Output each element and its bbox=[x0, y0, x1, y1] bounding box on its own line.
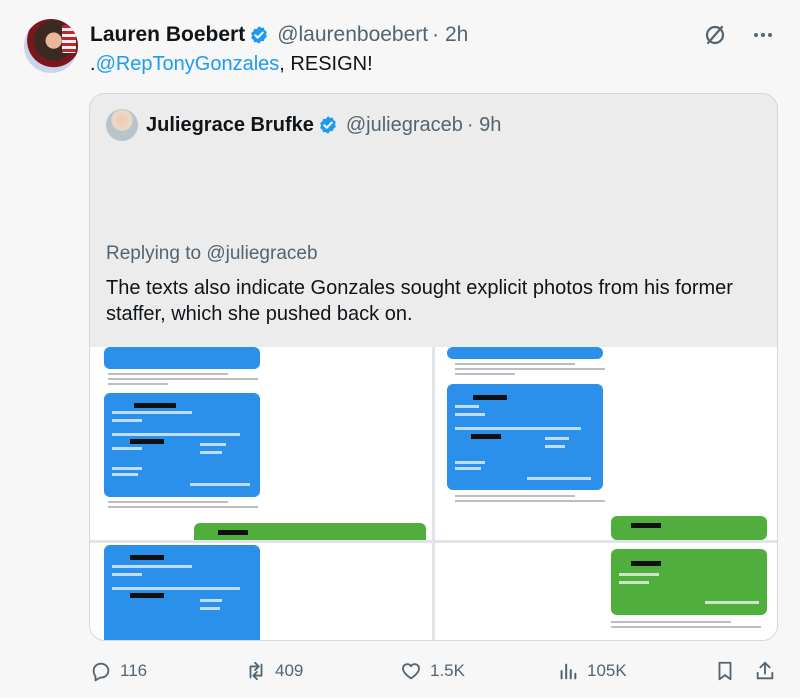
text-message-screenshot-1[interactable] bbox=[90, 347, 432, 540]
tweet-action-bar: 116 409 1.5K 105K bbox=[0, 654, 800, 688]
bookmark-button[interactable] bbox=[714, 654, 736, 688]
like-button[interactable]: 1.5K bbox=[400, 654, 465, 688]
share-button[interactable] bbox=[754, 654, 776, 688]
like-icon bbox=[402, 663, 420, 680]
like-count: 1.5K bbox=[430, 661, 465, 680]
tweet-top-actions bbox=[702, 22, 776, 48]
share-icon bbox=[756, 661, 774, 680]
quoted-tweet[interactable]: Juliegrace Brufke @juliegraceb · 9h Repl… bbox=[89, 93, 778, 641]
quoted-author-handle: @juliegraceb bbox=[345, 113, 463, 136]
replying-to-label: Replying to bbox=[106, 243, 202, 264]
replying-to-handle[interactable]: @juliegraceb bbox=[206, 243, 317, 264]
quoted-tweet-text: The texts also indicate Gonzales sought … bbox=[106, 277, 733, 325]
repost-icon bbox=[249, 661, 263, 681]
bookmark-icon bbox=[718, 661, 732, 681]
media-grid[interactable] bbox=[90, 347, 777, 640]
views-button[interactable]: 105K bbox=[557, 654, 627, 688]
text-message-screenshot-2[interactable] bbox=[435, 347, 777, 540]
tweet-time[interactable]: · 2h bbox=[432, 23, 468, 47]
tweet-text: .@RepTonyGonzales, RESIGN! bbox=[90, 52, 373, 76]
more-dots-icon[interactable] bbox=[750, 22, 776, 48]
text-message-screenshot-4[interactable] bbox=[435, 543, 777, 640]
text-message-screenshot-3[interactable] bbox=[90, 543, 432, 640]
verified-badge-icon bbox=[320, 116, 336, 134]
grok-slash-icon[interactable] bbox=[702, 22, 728, 48]
author-avatar[interactable] bbox=[24, 19, 78, 73]
author-handle[interactable]: @laurenboebert bbox=[277, 23, 428, 47]
tweet-mention-link[interactable]: @RepTonyGonzales bbox=[96, 53, 280, 75]
views-count: 105K bbox=[587, 661, 627, 680]
repost-button[interactable]: 409 bbox=[245, 654, 303, 688]
replying-to: Replying to @juliegraceb bbox=[106, 243, 318, 265]
verified-badge-icon bbox=[251, 26, 268, 44]
quoted-author-avatar bbox=[106, 109, 138, 141]
tweet-header: Lauren Boebert @laurenboebert · 2h bbox=[90, 22, 468, 48]
reply-button[interactable]: 116 bbox=[90, 654, 147, 688]
quoted-tweet-header: Juliegrace Brufke @juliegraceb · 9h bbox=[106, 109, 501, 141]
author-name[interactable]: Lauren Boebert bbox=[90, 23, 245, 47]
reply-count: 116 bbox=[120, 661, 148, 680]
views-icon bbox=[560, 663, 577, 680]
repost-count: 409 bbox=[275, 661, 304, 680]
reply-icon bbox=[92, 662, 110, 682]
tweet-text-suffix: , RESIGN! bbox=[279, 53, 373, 75]
quoted-author-name: Juliegrace Brufke bbox=[146, 113, 314, 136]
quoted-tweet-time: · 9h bbox=[466, 113, 502, 136]
